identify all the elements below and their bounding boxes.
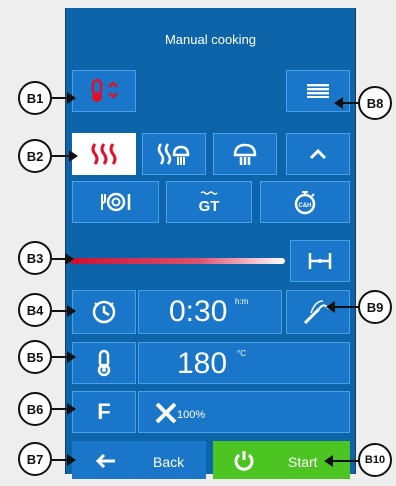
arrow-left-icon (95, 453, 115, 469)
combi-mode-button[interactable] (142, 133, 206, 175)
callout-b4: B4 (18, 293, 52, 327)
callout-b7-arrow (52, 454, 76, 466)
callout-b10: B10 (358, 443, 392, 477)
span-button[interactable] (290, 240, 350, 282)
temperature-value: 180 (177, 347, 228, 380)
callout-b6-arrow (52, 403, 76, 415)
time-value: 0:30 (169, 295, 228, 328)
callout-b9: B9 (358, 290, 392, 324)
temperature-button[interactable] (72, 342, 136, 384)
combi-steam-heat-icon (157, 143, 190, 165)
steam-mode-button[interactable] (213, 133, 277, 175)
callout-b5-arrow (52, 351, 76, 363)
start-label: Start (288, 454, 318, 470)
steam-icon (233, 143, 257, 165)
cook-hold-timer-icon: C&H (294, 191, 316, 215)
plate-button[interactable] (72, 181, 159, 223)
mode-label: F (97, 399, 111, 424)
callout-b1-arrow (52, 92, 76, 104)
svg-text:C&H: C&H (299, 203, 312, 209)
convection-mode-button[interactable] (72, 133, 136, 175)
chevron-up-icon (309, 148, 327, 160)
back-button[interactable]: Back (72, 441, 206, 479)
gt-button[interactable]: GT (166, 181, 252, 223)
cooking-screen: Manual cooking GT C&H 0:30 h:m 180 °C F … (65, 8, 356, 479)
callout-b8-arrow (334, 97, 360, 109)
plate-icon (100, 192, 130, 212)
span-icon (308, 253, 332, 269)
callout-b8: B8 (358, 86, 392, 120)
callout-b10-arrow (324, 455, 360, 467)
page-title: Manual cooking (164, 32, 257, 47)
callout-b3: B3 (18, 241, 52, 275)
mode-f-button[interactable]: F (72, 391, 136, 433)
callout-b9-arrow (326, 301, 360, 313)
cook-hold-button[interactable]: C&H (260, 181, 350, 223)
fan-speed-value: 100% (177, 409, 206, 421)
callout-b2: B2 (18, 139, 52, 173)
thermometer-updown-icon (91, 78, 118, 102)
callout-b6: B6 (18, 392, 52, 426)
core-probe-button[interactable] (286, 290, 350, 334)
gt-icon: GT (199, 191, 220, 215)
thermometer-icon (97, 349, 111, 377)
callout-b3-arrow (52, 253, 74, 265)
fan-icon (155, 402, 177, 424)
time-unit: h:m (235, 297, 249, 306)
back-label: Back (153, 454, 185, 470)
fan-speed-field[interactable]: 100% (138, 391, 350, 433)
temperature-unit: °C (237, 349, 246, 358)
callout-b1: B1 (18, 81, 52, 115)
svg-text:GT: GT (199, 198, 220, 215)
callout-b7: B7 (18, 442, 52, 476)
menu-lines-icon (307, 84, 329, 98)
callout-b2-arrow (52, 150, 78, 162)
collapse-button[interactable] (286, 133, 350, 175)
time-clock-button[interactable] (72, 290, 136, 334)
callout-b5: B5 (18, 340, 52, 374)
power-icon (234, 451, 254, 471)
clock-icon (92, 300, 116, 324)
intensity-slider[interactable] (70, 258, 285, 264)
convection-heat-icon (91, 143, 117, 165)
temperature-field[interactable]: 180 °C (138, 342, 350, 384)
time-field[interactable]: 0:30 h:m (138, 290, 282, 334)
callout-b4-arrow (52, 305, 76, 317)
mode-selector-button[interactable] (72, 70, 136, 112)
